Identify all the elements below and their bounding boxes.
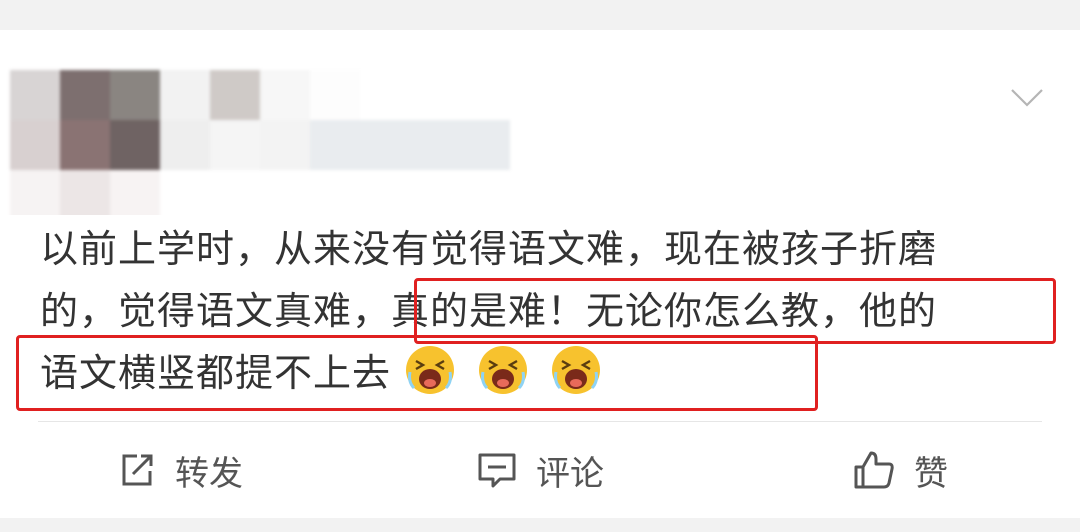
comment-button[interactable]: 评论: [360, 422, 720, 518]
username-blur[interactable]: [160, 70, 510, 170]
like-button[interactable]: 赞: [720, 422, 1080, 518]
chevron-down-icon[interactable]: [1010, 88, 1044, 108]
highlight-box: [16, 335, 818, 411]
blurred-user-header: [0, 30, 590, 215]
repost-label: 转发: [175, 453, 243, 494]
post-line: 以前上学时，从来没有觉得语文难，现在被孩子折磨: [40, 227, 938, 271]
avatar[interactable]: [10, 70, 160, 215]
repost-button[interactable]: 转发: [0, 422, 360, 518]
like-label: 赞: [914, 453, 948, 494]
comment-icon: [476, 450, 518, 490]
thumbs-up-icon: [852, 449, 896, 491]
post-card: 以前上学时，从来没有觉得语文难，现在被孩子折磨 的，觉得语文真难，真的是难！无论…: [0, 30, 1080, 518]
comment-label: 评论: [536, 453, 604, 494]
repost-icon: [117, 450, 157, 490]
action-bar: 转发 评论 赞: [0, 422, 1080, 518]
